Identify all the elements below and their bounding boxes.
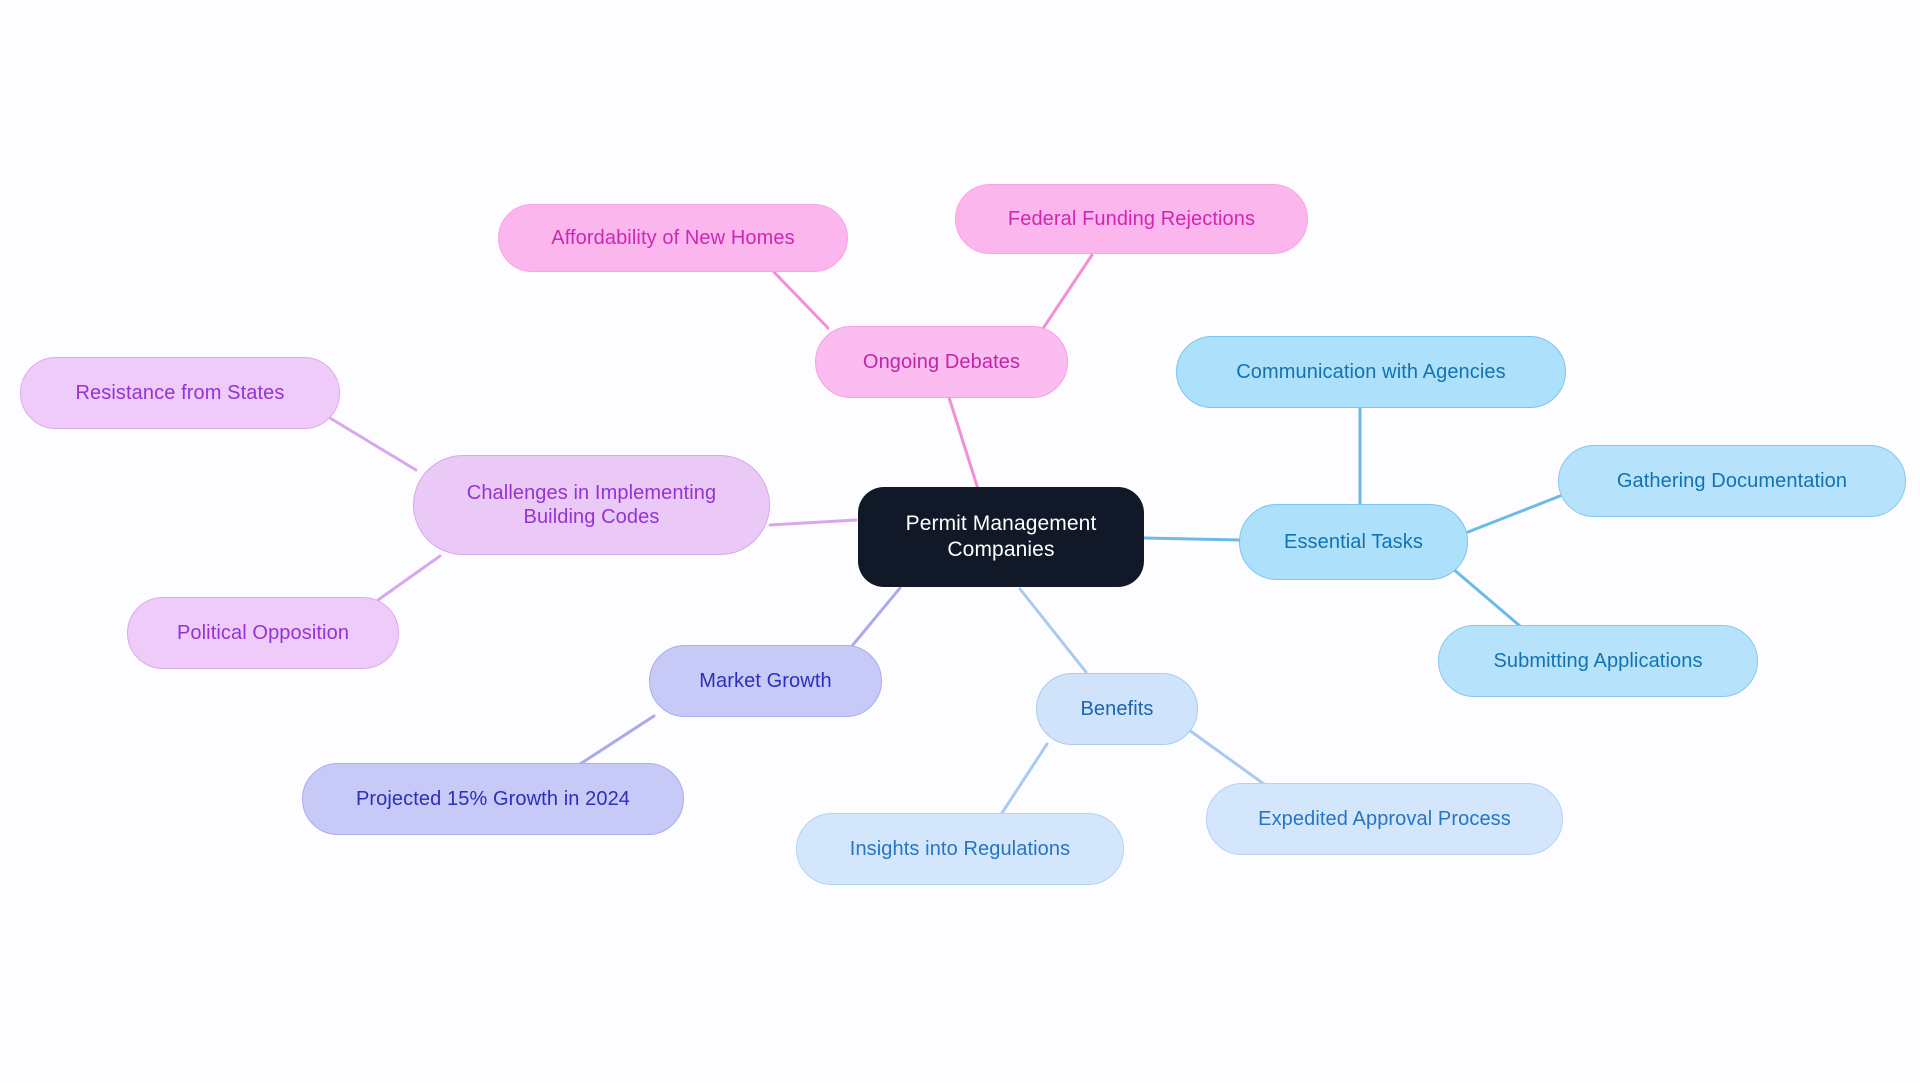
- mindmap-node-benefits[interactable]: Benefits: [1036, 673, 1198, 745]
- mindmap-node-market-growth[interactable]: Market Growth: [649, 645, 882, 717]
- edge-root-ongoing-debates: [944, 386, 980, 491]
- mindmap-node-ongoing-debates[interactable]: Ongoing Debates: [815, 326, 1068, 398]
- mindmap-node-label: Communication with Agencies: [1236, 360, 1506, 383]
- edge-root-market-growth: [850, 586, 902, 648]
- edge-root-benefits: [1018, 587, 1088, 674]
- mindmap-node-political-opposition[interactable]: Political Opposition: [127, 597, 399, 669]
- mindmap-node-label: Expedited Approval Process: [1258, 807, 1511, 830]
- mindmap-node-label: Affordability of New Homes: [551, 226, 795, 249]
- mindmap-node-label: Ongoing Debates: [862, 350, 1021, 373]
- mindmap-node-label: Permit Management Companies: [905, 512, 1097, 561]
- mindmap-canvas: Permit Management Companies Ongoing Debat…: [0, 0, 1920, 1083]
- mindmap-node-label: Resistance from States: [75, 381, 285, 404]
- mindmap-node-label: Political Opposition: [176, 621, 350, 644]
- mindmap-node-label: Market Growth: [699, 669, 832, 692]
- edge-benefits-insights: [998, 742, 1049, 818]
- edge-benefits-expedited: [1187, 728, 1266, 786]
- edge-ongoing-affordability: [770, 268, 830, 330]
- mindmap-node-federal-funding-rejections[interactable]: Federal Funding Rejections: [955, 184, 1308, 254]
- mindmap-node-expedited-approval-process[interactable]: Expedited Approval Process: [1206, 783, 1563, 855]
- edge-essential-gathering: [1466, 494, 1562, 534]
- edge-root-challenges: [768, 518, 858, 527]
- edge-ongoing-federal: [1040, 253, 1094, 332]
- edge-challenges-resistance: [328, 416, 418, 472]
- mindmap-node-label: Insights into Regulations: [849, 837, 1071, 860]
- mindmap-node-affordability-of-new-homes[interactable]: Affordability of New Homes: [498, 204, 848, 272]
- mindmap-node-label: Benefits: [1080, 697, 1154, 720]
- mindmap-node-label: Projected 15% Growth in 2024: [355, 787, 631, 810]
- mindmap-node-insights-into-regulations[interactable]: Insights into Regulations: [796, 813, 1124, 885]
- edge-market-projected: [572, 714, 656, 770]
- mindmap-node-projected-15-growth-in-2024[interactable]: Projected 15% Growth in 2024: [302, 763, 684, 835]
- mindmap-node-resistance-from-states[interactable]: Resistance from States: [20, 357, 340, 429]
- mindmap-node-root[interactable]: Permit Management Companies: [858, 487, 1144, 587]
- mindmap-node-label: Submitting Applications: [1493, 649, 1703, 672]
- mindmap-node-gathering-documentation[interactable]: Gathering Documentation: [1558, 445, 1906, 517]
- edge-root-essential-tasks: [1142, 536, 1242, 542]
- mindmap-node-communication-with-agencies[interactable]: Communication with Agencies: [1176, 336, 1566, 408]
- mindmap-node-label: Federal Funding Rejections: [1007, 207, 1256, 230]
- edge-challenges-political: [376, 554, 442, 602]
- mindmap-node-label: Gathering Documentation: [1616, 469, 1848, 492]
- edge-essential-submitting: [1450, 566, 1522, 628]
- mindmap-node-submitting-applications[interactable]: Submitting Applications: [1438, 625, 1758, 697]
- mindmap-node-challenges-in-implementing-building-codes[interactable]: Challenges in Implementing Building Code…: [413, 455, 770, 555]
- mindmap-node-label: Essential Tasks: [1284, 530, 1423, 553]
- mindmap-node-essential-tasks[interactable]: Essential Tasks: [1239, 504, 1468, 580]
- mindmap-node-label: Challenges in Implementing Building Code…: [466, 481, 717, 528]
